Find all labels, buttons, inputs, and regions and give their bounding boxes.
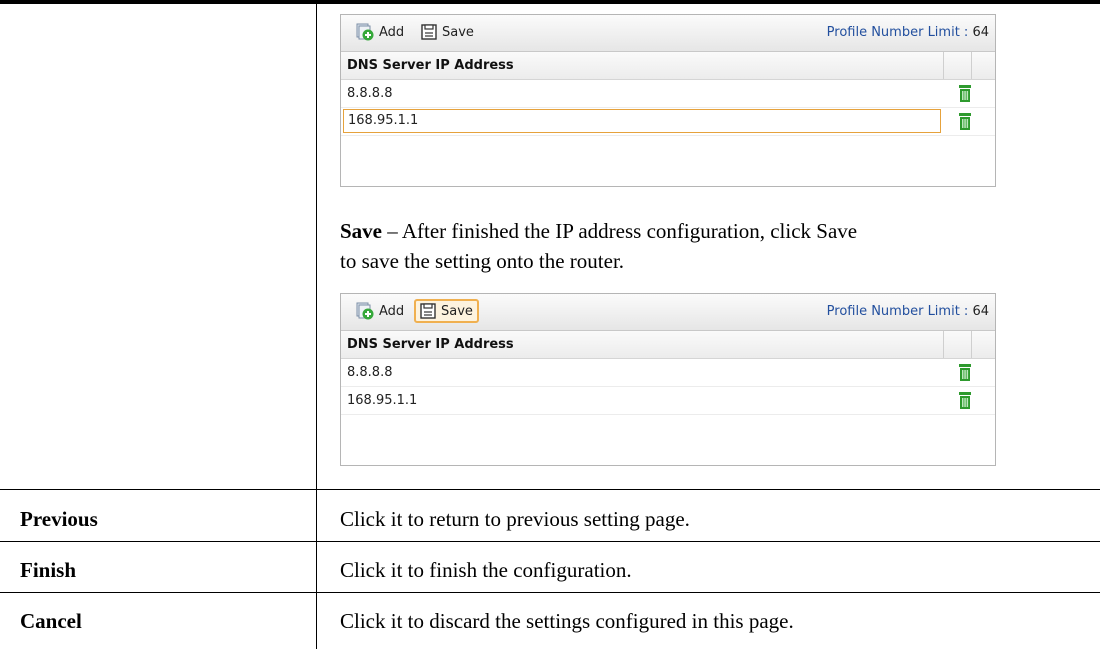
finish-description: Click it to finish the configuration. (340, 558, 632, 582)
column-header-title: DNS Server IP Address (347, 58, 514, 73)
save-description-line1: Save – After finished the IP address con… (340, 217, 857, 245)
table-row: 168.95.1.1 (341, 108, 995, 136)
save-button[interactable]: Save (414, 299, 479, 323)
save-icon (420, 303, 436, 319)
column-header-title: DNS Server IP Address (347, 337, 514, 352)
save-term: Save (340, 219, 382, 243)
cancel-description: Click it to discard the settings configu… (340, 609, 794, 633)
ip-address: 8.8.8.8 (347, 86, 393, 101)
save-icon (421, 24, 437, 40)
add-button[interactable]: Add (351, 20, 409, 44)
save-button[interactable]: Save (416, 20, 479, 44)
ip-address: 168.95.1.1 (347, 393, 418, 408)
table-row: 8.8.8.8 (341, 359, 995, 387)
table-row: 8.8.8.8 (341, 80, 995, 108)
column-header: DNS Server IP Address (341, 52, 995, 80)
profile-limit-value: 64 (972, 25, 989, 40)
save-label: Save (441, 303, 473, 319)
table-divider (0, 592, 1100, 593)
dns-panel-editing: Add Save Profile Number Limit : 64 DNS S… (340, 14, 996, 187)
table-divider (0, 489, 1100, 490)
add-icon (356, 302, 374, 320)
profile-limit-value: 64 (972, 304, 989, 319)
save-label: Save (442, 24, 474, 40)
add-label: Add (379, 303, 405, 319)
trash-icon[interactable] (958, 392, 972, 409)
profile-limit-label: Profile Number Limit : (826, 304, 969, 319)
ip-address-input[interactable]: 168.95.1.1 (343, 109, 941, 133)
profile-limit: Profile Number Limit : 64 (827, 304, 989, 319)
header-divider (943, 52, 944, 79)
table-divider (0, 541, 1100, 542)
save-description-text: – After finished the IP address configur… (382, 219, 858, 243)
toolbar: Add Save Profile Number Limit : 64 (341, 294, 995, 331)
add-label: Add (379, 24, 405, 40)
add-icon (356, 23, 374, 41)
trash-icon[interactable] (958, 85, 972, 102)
profile-limit: Profile Number Limit : 64 (827, 25, 989, 40)
header-divider (943, 331, 944, 358)
dns-panel-saved: Add Save Profile Number Limit : 64 DNS S… (340, 293, 996, 466)
header-divider (971, 52, 972, 79)
finish-label: Finish (20, 558, 77, 582)
header-divider (971, 331, 972, 358)
toolbar: Add Save Profile Number Limit : 64 (341, 15, 995, 52)
profile-limit-label: Profile Number Limit : (826, 25, 969, 40)
trash-icon[interactable] (958, 364, 972, 381)
top-rule (0, 0, 1100, 4)
add-button[interactable]: Add (351, 299, 409, 323)
table-row: 168.95.1.1 (341, 387, 995, 415)
cancel-label: Cancel (20, 609, 82, 633)
ip-address: 8.8.8.8 (347, 365, 393, 380)
previous-label: Previous (20, 507, 98, 531)
save-description-line2: to save the setting onto the router. (340, 249, 625, 273)
column-header: DNS Server IP Address (341, 331, 995, 359)
trash-icon[interactable] (958, 113, 972, 130)
previous-description: Click it to return to previous setting p… (340, 507, 690, 531)
column-divider (316, 4, 317, 649)
